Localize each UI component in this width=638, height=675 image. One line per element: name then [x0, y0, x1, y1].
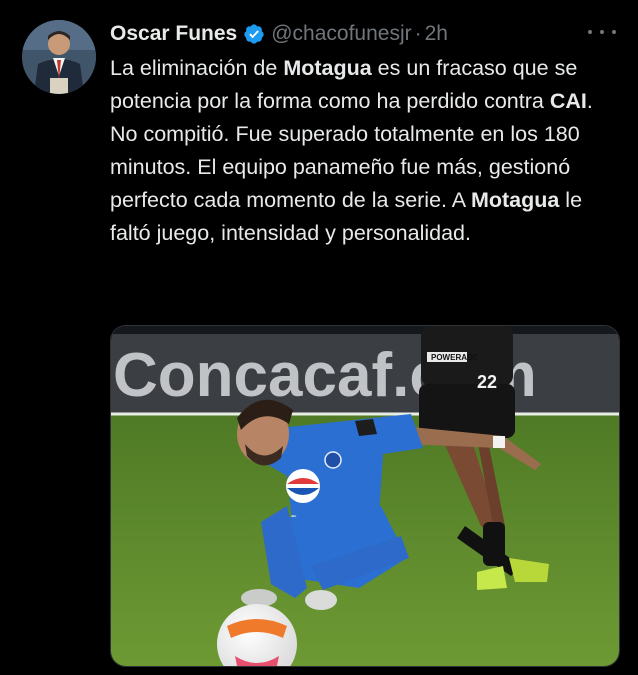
tweet-text-bold: Motagua	[470, 188, 560, 212]
header-separator: ·	[414, 22, 422, 45]
avatar[interactable]	[22, 20, 96, 94]
tweet-media-photo[interactable]: Concacaf.com POWERADE 22	[110, 325, 620, 667]
tweet-text-segment: La eliminación de	[110, 56, 284, 80]
avatar-image	[22, 20, 96, 94]
author-name[interactable]: Oscar Funes	[110, 22, 237, 46]
match-photo: Concacaf.com POWERADE 22	[111, 326, 619, 666]
tweet-text: La eliminación de Motagua es un fracaso …	[110, 52, 620, 250]
more-options-icon[interactable]	[588, 22, 616, 42]
tweet-text-bold: Motagua	[283, 56, 372, 80]
jersey-sponsor-text: POWERADE	[431, 353, 479, 362]
verified-badge-icon	[244, 24, 264, 44]
tweet: Oscar Funes @chacofunesjr · 2h La elimin…	[0, 0, 638, 675]
author-handle[interactable]: @chacofunesjr	[271, 22, 411, 46]
jersey-number: 22	[477, 372, 497, 392]
tweet-text-bold: CAI	[549, 89, 587, 113]
tweet-header: Oscar Funes @chacofunesjr · 2h	[110, 18, 618, 50]
tweet-timestamp[interactable]: 2h	[425, 22, 448, 46]
